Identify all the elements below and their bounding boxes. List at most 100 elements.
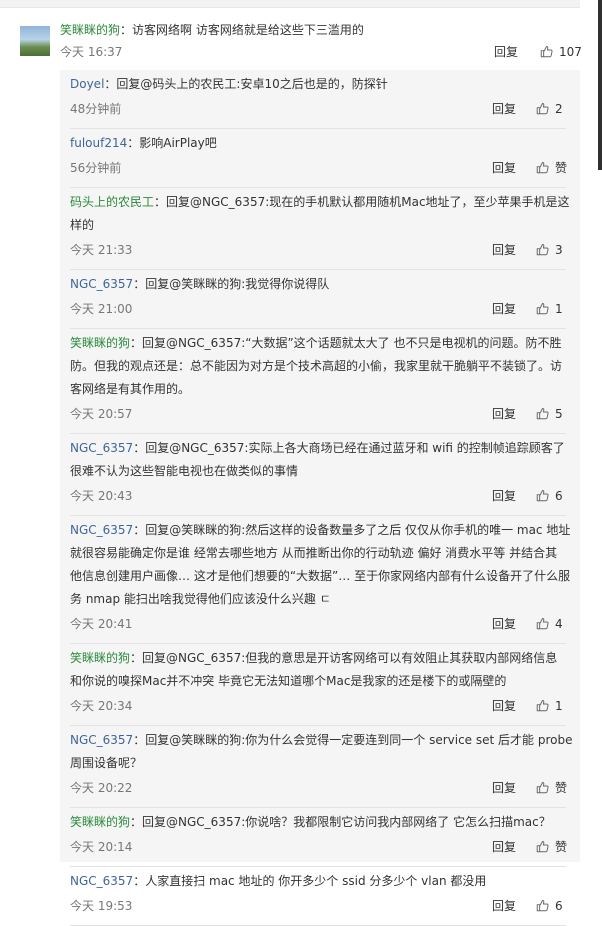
reply-time: 今天 20:41 [70,617,133,631]
reply-username[interactable]: NGC_6357 [70,441,133,455]
reply-text-line: 样的 [70,217,94,233]
reply-time: 今天 21:00 [70,302,133,316]
reply-time: 48分钟前 [70,102,122,116]
replies-panel: Doyel：回复@码头上的农民工:安卓10之后也是的，防探针 48分钟前 回复 2 fu… [60,70,580,926]
reply-body: 务 nmap 能扫出啥我觉得他们应该没什么兴趣 ㄷ [70,592,331,606]
reply-button[interactable]: 回复 [492,160,516,176]
reply-text-line: 客网络是有其作用的。 [70,381,190,397]
reply-button[interactable]: 回复 [492,780,516,796]
like-count: 1 [555,699,563,713]
thumbs-up-icon [536,407,549,420]
thumbs-up-icon [536,489,549,502]
reply-text-line: NGC_6357：回复@笑眯眯的狗:然后这样的设备数量多了之后 仅仅从你手机的唯… [70,522,570,538]
like-count: 赞 [555,161,568,175]
reply-button[interactable]: 回复 [492,839,516,855]
reply-text-line: 务 nmap 能扫出啥我觉得他们应该没什么兴趣 ㄷ [70,591,331,607]
thumbs-up-icon [536,243,549,256]
reply-time: 今天 20:43 [70,489,133,503]
reply-text-line: NGC_6357：人家直接扫 mac 地址的 你开多少个 ssid 分多少个 v… [70,873,486,889]
like-count: 赞 [555,781,568,795]
reply-text-line: 他信息创建用户画像… 这才是他们想要的“大数据”… 至于你家网络内部有什么设备开… [70,568,570,584]
reply-text-line: 笑眯眯的狗：回复@NGC_6357:你说啥？我都限制它访问我内部网络了 它怎么扫… [70,814,551,830]
top-bar [0,0,580,8]
comment-username[interactable]: 笑眯眯的狗 [60,23,120,37]
reply-username[interactable]: 笑眯眯的狗 [70,651,130,665]
reply-username[interactable]: 笑眯眯的狗 [70,336,130,350]
reply-button[interactable]: 回复 [492,616,516,632]
reply-username[interactable]: Doyel [70,77,104,91]
avatar[interactable] [20,26,50,56]
reply-item: NGC_6357：回复@笑眯眯的狗:你为什么会觉得一定要连到同一个 servic… [60,726,580,808]
reply-body: ：回复@NGC_6357:实际上各大商场已经在通过蓝牙和 wifi 的控制帧追踪… [133,441,565,455]
reply-body: ：回复@笑眯眯的狗:你为什么会觉得一定要连到同一个 service set 后才… [133,733,573,747]
reply-time: 56分钟前 [70,161,122,175]
thumbs-up-icon [536,781,549,794]
reply-item: fulouf214：影响AirPlay吧 56分钟前 回复 赞 [60,129,580,188]
reply-time: 今天 20:34 [70,699,133,713]
like-count: 107 [559,45,582,59]
reply-text-line: 防。但我的观点还是：总不能因为对方是个技术高超的小偷，我家里就干脆躺平不装锁了。… [70,358,562,374]
reply-body: 样的 [70,218,95,232]
like-button[interactable]: 1 [536,698,563,714]
reply-body: 很难不认为这些智能电视也在做类似的事情 [70,464,299,478]
thumbs-up-icon [536,617,549,630]
reply-username[interactable]: NGC_6357 [70,523,133,537]
reply-item: NGC_6357：回复@笑眯眯的狗:然后这样的设备数量多了之后 仅仅从你手机的唯… [60,516,580,644]
reply-username[interactable]: fulouf214 [70,136,127,150]
reply-button[interactable]: 回复 [492,101,516,117]
reply-text-line: NGC_6357：回复@笑眯眯的狗:我觉得你说得队 [70,276,329,292]
reply-username[interactable]: NGC_6357 [70,874,133,888]
reply-text-line: 笑眯眯的狗：回复@NGC_6357:“大数据”这个话题就太大了 也不只是电视机的… [70,335,562,351]
reply-button[interactable]: 回复 [492,301,516,317]
reply-item: NGC_6357：回复@NGC_6357:实际上各大商场已经在通过蓝牙和 wif… [60,434,580,516]
reply-text-line: 笑眯眯的狗：回复@NGC_6357:但我的意思是开访客网络可以有效阻止其获取内部… [70,650,557,666]
reply-button[interactable]: 回复 [492,898,516,914]
thumbs-up-icon [540,45,553,58]
reply-text-line: 码头上的农民工：回复@NGC_6357:现在的手机默认都用随机Mac地址了，至少… [70,194,570,210]
reply-item: Doyel：回复@码头上的农民工:安卓10之后也是的，防探针 48分钟前 回复 2 [60,70,580,129]
reply-text-line: 很难不认为这些智能电视也在做类似的事情 [70,463,298,479]
reply-button[interactable]: 回复 [492,242,516,258]
like-button[interactable]: 赞 [536,839,567,855]
like-count: 6 [555,489,563,503]
reply-body: 他信息创建用户画像… 这才是他们想要的“大数据”… 至于你家网络内部有什么设备开… [70,569,571,583]
reply-text-line: NGC_6357：回复@NGC_6357:实际上各大商场已经在通过蓝牙和 wif… [70,440,565,456]
reply-button[interactable]: 回复 [494,44,518,60]
reply-time: 今天 19:53 [70,899,133,913]
reply-item: NGC_6357：回复@笑眯眯的狗:我觉得你说得队 今天 21:00 回复 1 [60,270,580,329]
like-button[interactable]: 1 [536,301,563,317]
like-count: 2 [555,102,563,116]
like-button[interactable]: 赞 [536,160,567,176]
like-count: 1 [555,302,563,316]
reply-button[interactable]: 回复 [492,488,516,504]
like-button[interactable]: 6 [536,898,563,914]
reply-username[interactable]: NGC_6357 [70,277,133,291]
reply-username[interactable]: 笑眯眯的狗 [70,815,130,829]
reply-body: 和你说的嗅探Mac并不冲突 毕竟它无法知道哪个Mac是我家的还是楼下的或隔壁的 [70,674,507,688]
like-button[interactable]: 107 [540,44,582,60]
reply-item: 笑眯眯的狗：回复@NGC_6357:但我的意思是开访客网络可以有效阻止其获取内部… [60,644,580,726]
like-button[interactable]: 3 [536,242,563,258]
reply-body: ：回复@笑眯眯的狗:然后这样的设备数量多了之后 仅仅从你手机的唯一 mac 地址 [133,523,571,537]
like-count: 6 [555,899,563,913]
reply-button[interactable]: 回复 [492,698,516,714]
reply-text-line: NGC_6357：回复@笑眯眯的狗:你为什么会觉得一定要连到同一个 servic… [70,732,572,748]
reply-username[interactable]: 码头上的农民工 [70,195,154,209]
like-button[interactable]: 5 [536,406,563,422]
thumbs-up-icon [536,840,549,853]
reply-text-line: 和你说的嗅探Mac并不冲突 毕竟它无法知道哪个Mac是我家的还是楼下的或隔壁的 [70,673,506,689]
reply-button[interactable]: 回复 [492,406,516,422]
reply-text-line: Doyel：回复@码头上的农民工:安卓10之后也是的，防探针 [70,76,388,92]
reply-body: ：回复@NGC_6357:你说啥？我都限制它访问我内部网络了 它怎么扫描mac？ [130,815,551,829]
comment-time: 今天 16:37 [60,45,123,59]
like-button[interactable]: 2 [536,101,563,117]
thumbs-up-icon [536,899,549,912]
reply-body: ：回复@NGC_6357:但我的意思是开访客网络可以有效阻止其获取内部网络信息 [130,651,558,665]
reply-item: 笑眯眯的狗：回复@NGC_6357:你说啥？我都限制它访问我内部网络了 它怎么扫… [60,808,580,867]
reply-username[interactable]: NGC_6357 [70,733,133,747]
reply-text-line: fulouf214：影响AirPlay吧 [70,135,217,151]
like-button[interactable]: 4 [536,616,563,632]
reply-body: 客网络是有其作用的。 [70,382,191,396]
like-button[interactable]: 6 [536,488,563,504]
like-button[interactable]: 赞 [536,780,567,796]
